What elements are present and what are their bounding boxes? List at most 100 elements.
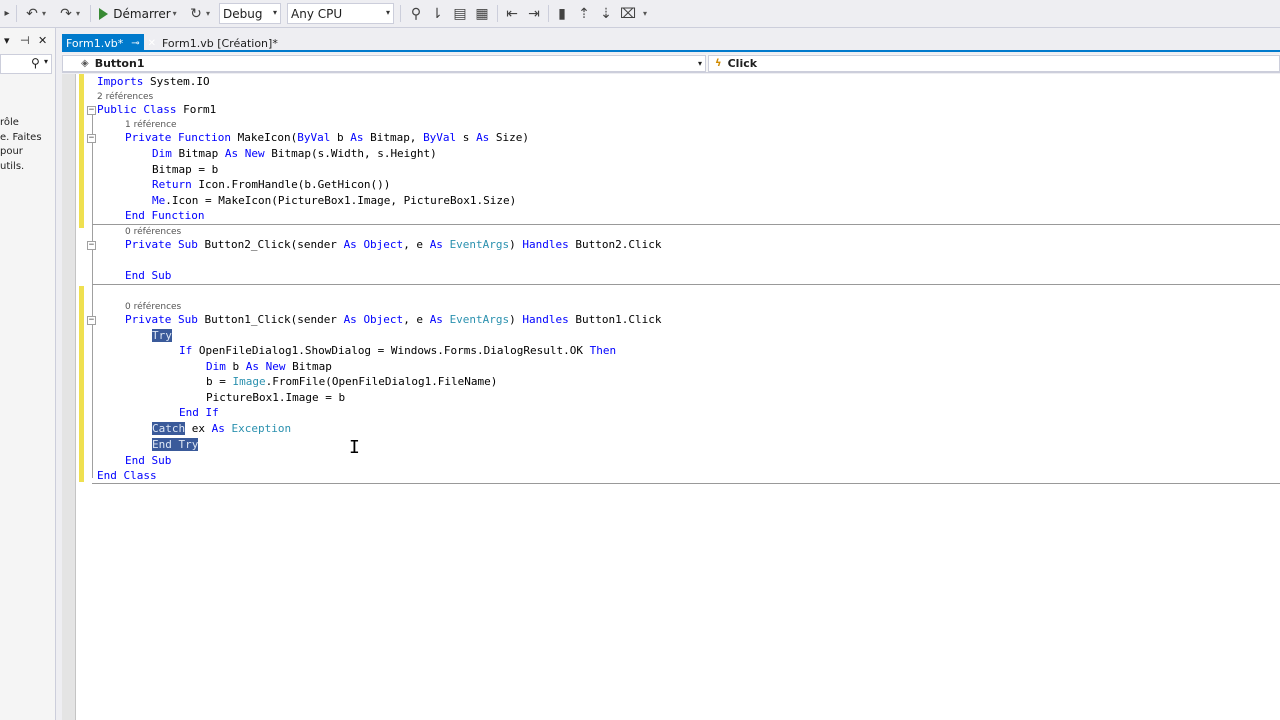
toolbar-overflow-button[interactable]: ▾: [638, 3, 650, 24]
code-line[interactable]: Imports System.IO: [97, 75, 210, 89]
code-line[interactable]: Public Class Form1: [97, 103, 216, 117]
code-line[interactable]: b = Image.FromFile(OpenFileDialog1.FileN…: [206, 375, 497, 389]
next-bookmark-icon: ⇣: [600, 5, 612, 22]
clear-bookmarks-button[interactable]: ⌧: [618, 3, 638, 24]
chevron-down-icon: ▾: [75, 9, 80, 18]
code-line[interactable]: End Function: [125, 209, 204, 223]
platform-value: Any CPU: [291, 6, 343, 21]
codelens-references[interactable]: 2 références: [97, 90, 153, 104]
change-indicator: [79, 74, 84, 228]
code-line[interactable]: Dim Bitmap As New Bitmap(s.Width, s.Heig…: [152, 147, 437, 161]
tab-form1-code[interactable]: Form1.vb* ⊸ ✕: [62, 34, 156, 52]
code-line[interactable]: Catch ex As Exception: [152, 422, 291, 436]
code-editor[interactable]: − − − − Imports System.IO 2 références P…: [62, 74, 1280, 720]
chevron-down-icon: ▾: [697, 59, 702, 68]
prev-bookmark-icon: ⇡: [578, 5, 590, 22]
margin-divider: [75, 74, 76, 720]
panel-text-line: pour: [0, 146, 23, 157]
start-debug-button[interactable]: Démarrer ▾: [96, 3, 180, 24]
redo-button[interactable]: ↷ ▾: [54, 3, 84, 24]
bookmark-button[interactable]: ▮: [552, 3, 572, 24]
text-cursor-icon: I: [349, 437, 360, 458]
code-line[interactable]: If OpenFileDialog1.ShowDialog = Windows.…: [179, 344, 616, 358]
outdent-button[interactable]: ⇤: [502, 3, 522, 24]
collapse-toggle[interactable]: −: [87, 316, 96, 325]
code-line[interactable]: Private Sub Button2_Click(sender As Obje…: [125, 238, 662, 252]
code-line[interactable]: Dim b As New Bitmap: [206, 360, 332, 374]
close-icon[interactable]: ✕: [148, 35, 156, 52]
code-line[interactable]: PictureBox1.Image = b: [206, 391, 345, 405]
chevron-down-icon: ▾: [44, 57, 49, 66]
codelens-references[interactable]: 1 référence: [125, 118, 177, 132]
solution-explorer-button[interactable]: ▤: [450, 3, 470, 24]
toolbar-separator: [90, 5, 91, 22]
toolbar-separator: [497, 5, 498, 22]
pin-icon[interactable]: ⊸: [131, 35, 139, 52]
tab-label: Form1.vb*: [66, 36, 124, 50]
bookmark-icon: ▮: [558, 5, 566, 22]
code-line[interactable]: End Class: [97, 469, 157, 483]
properties-icon: ▦: [475, 5, 489, 22]
undo-button[interactable]: ↶ ▾: [20, 3, 50, 24]
toolbar-separator: [548, 5, 549, 22]
indicator-margin[interactable]: [62, 74, 76, 720]
code-token: OpenFileDialog1.ShowDialog = Windows.For…: [192, 344, 590, 357]
code-line[interactable]: Return Icon.FromHandle(b.GetHicon()): [152, 178, 390, 192]
toolbox-panel: ▾ ⊣ ✕ ⚲ ▾ rôle e. Faites pour utils.: [0, 28, 56, 720]
code-token: Icon.FromHandle(b.GetHicon()): [191, 178, 391, 191]
code-line[interactable]: Try: [152, 329, 172, 343]
indent-button[interactable]: ⇥: [524, 3, 544, 24]
code-line[interactable]: End Try: [152, 438, 199, 452]
code-line[interactable]: Private Sub Button1_Click(sender As Obje…: [125, 313, 662, 327]
panel-dropdown-icon[interactable]: ▾: [4, 34, 10, 47]
method-separator: [92, 483, 1280, 484]
redo-icon: ↷: [60, 5, 72, 22]
collapse-toggle[interactable]: −: [87, 241, 96, 250]
chevron-down-icon: ▾: [172, 9, 177, 18]
panel-text-line: e. Faites: [0, 131, 42, 143]
properties-button[interactable]: ▦: [472, 3, 492, 24]
tab-form1-design[interactable]: Form1.vb [Création]*: [158, 34, 308, 52]
code-line[interactable]: Private Function MakeIcon(ByVal b As Bit…: [125, 131, 529, 145]
change-indicator: [79, 286, 84, 482]
class-icon: ◈: [81, 58, 89, 69]
code-line[interactable]: Bitmap = b: [152, 163, 218, 177]
member-dropdown[interactable]: ϟ Click: [708, 55, 1280, 72]
codelens-references[interactable]: 0 références: [125, 225, 181, 239]
find-icon: ⚲: [410, 5, 422, 22]
document-tab-well: Form1.vb* ⊸ ✕ Form1.vb [Création]*: [62, 34, 1280, 52]
code-token: Imports: [97, 75, 144, 88]
platform-select[interactable]: Any CPU ▾: [287, 3, 394, 24]
class-dropdown-value: Button1: [94, 57, 145, 70]
toggle-comment-button[interactable]: ⇂: [428, 3, 446, 24]
selected-keyword: Try: [152, 329, 172, 342]
attach-process-button[interactable]: ↻ ▾: [184, 3, 214, 24]
chevron-down-icon: ▾: [272, 8, 277, 17]
code-token: .Icon = MakeIcon(PictureBox1.Image, Pict…: [165, 194, 517, 207]
class-dropdown[interactable]: ◈ Button1 ▾: [62, 55, 706, 72]
previous-bookmark-button[interactable]: ⇡: [574, 3, 594, 24]
chevron-down-icon: ▾: [385, 8, 390, 17]
close-icon[interactable]: ✕: [38, 34, 47, 47]
outline-guide: [92, 114, 93, 478]
selected-keyword: End Try: [152, 438, 199, 451]
next-bookmark-button[interactable]: ⇣: [596, 3, 616, 24]
code-line[interactable]: End If: [179, 406, 219, 420]
configuration-select[interactable]: Debug ▾: [219, 3, 281, 24]
clear-bookmarks-icon: ⌧: [620, 5, 637, 22]
code-line[interactable]: End Sub: [125, 269, 171, 283]
search-icon: ⚲: [31, 56, 40, 70]
event-icon: ϟ: [715, 58, 722, 69]
panel-search-input[interactable]: ⚲ ▾: [0, 54, 52, 74]
chevron-down-icon: ▾: [41, 9, 46, 18]
collapse-toggle[interactable]: −: [87, 106, 96, 115]
indent-icon: ⇥: [528, 5, 540, 22]
find-symbol-button[interactable]: ⚲: [406, 3, 426, 24]
pin-icon[interactable]: ⊣: [20, 34, 30, 47]
collapse-toggle[interactable]: −: [87, 134, 96, 143]
codelens-references[interactable]: 0 références: [125, 300, 181, 314]
chevron-down-icon: ▾: [205, 9, 210, 18]
code-line[interactable]: End Sub: [125, 454, 171, 468]
outdent-icon: ⇤: [506, 5, 518, 22]
code-line[interactable]: Me.Icon = MakeIcon(PictureBox1.Image, Pi…: [152, 194, 516, 208]
